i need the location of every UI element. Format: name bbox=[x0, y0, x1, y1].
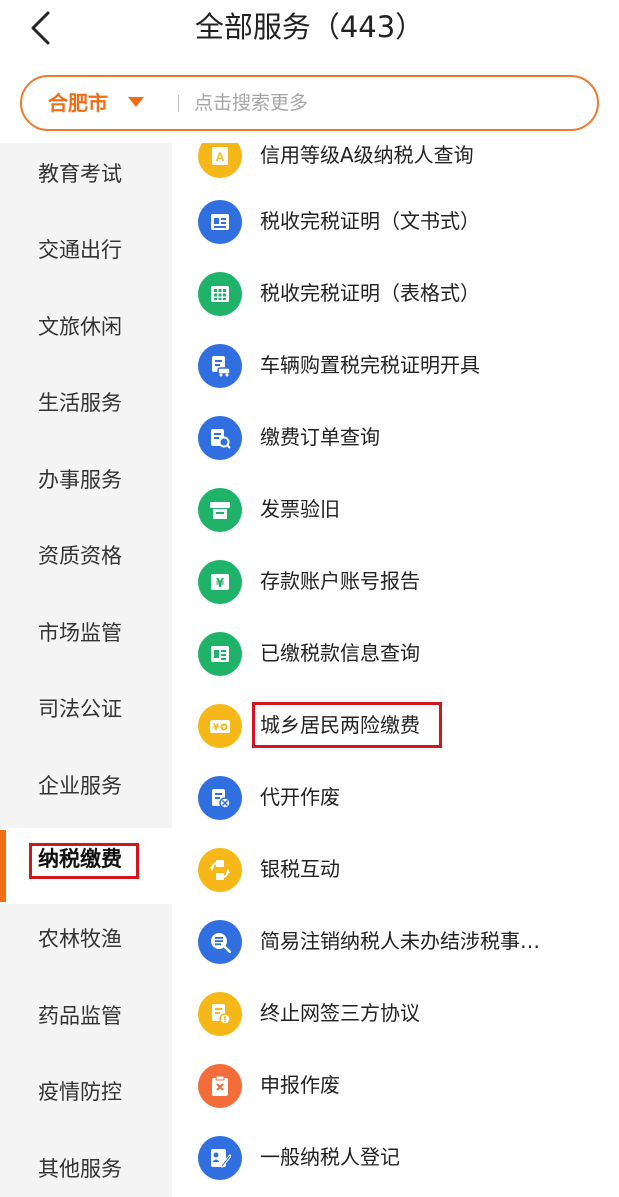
page-title: 全部服务（443） bbox=[194, 10, 425, 44]
magnifier-list-icon bbox=[198, 920, 242, 964]
invoice-icon bbox=[198, 488, 242, 532]
list-item[interactable]: A 信用等级A级纳税人查询 bbox=[172, 143, 619, 192]
svg-text:¥: ¥ bbox=[216, 576, 225, 590]
sidebar-item-label: 文旅休闲 bbox=[38, 315, 122, 339]
list-item-label: 税收完税证明（表格式） bbox=[260, 281, 480, 305]
list-item-label: 银税互动 bbox=[260, 857, 340, 881]
yuan-account-icon: ¥ bbox=[198, 560, 242, 604]
list-item[interactable]: 发票验旧 bbox=[172, 474, 619, 546]
list-item-label: 一般纳税人登记 bbox=[260, 1145, 400, 1169]
credit-rating-icon: A bbox=[198, 143, 242, 178]
vehicle-tax-icon bbox=[198, 344, 242, 388]
list-item-label: 车辆购置税完税证明开具 bbox=[260, 353, 480, 377]
divider bbox=[178, 95, 179, 112]
svg-text:¥: ¥ bbox=[213, 723, 220, 733]
sidebar-item-qualifications[interactable]: 资质资格 bbox=[0, 525, 172, 601]
list-item-label: 存款账户账号报告 bbox=[260, 569, 420, 593]
sidebar-item-life-services[interactable]: 生活服务 bbox=[0, 372, 172, 448]
sidebar-item-epidemic-control[interactable]: 疫情防控 bbox=[0, 1061, 172, 1137]
sidebar-item-tax-payment[interactable]: 纳税缴费 bbox=[0, 828, 172, 904]
order-search-icon bbox=[198, 416, 242, 460]
list-item-label: 代开作废 bbox=[260, 785, 340, 809]
sidebar-item-label: 纳税缴费 bbox=[38, 847, 122, 871]
sidebar-item-enterprise[interactable]: 企业服务 bbox=[0, 755, 172, 831]
sidebar-item-label: 资质资格 bbox=[38, 544, 122, 568]
sidebar-item-label: 疫情防控 bbox=[38, 1080, 122, 1104]
wallet-icon: ¥ bbox=[198, 704, 242, 748]
list-item[interactable]: 税收完税证明（文书式） bbox=[172, 186, 619, 258]
sidebar-item-market-supervision[interactable]: 市场监管 bbox=[0, 602, 172, 678]
list-item[interactable]: 税收完税证明（表格式） bbox=[172, 258, 619, 330]
list-item[interactable]: 银税互动 bbox=[172, 834, 619, 906]
sidebar-item-education[interactable]: 教育考试 bbox=[0, 143, 172, 219]
service-list: A 信用等级A级纳税人查询 税收完税证明（文书式） 税收完税证明（表格式） 车辆… bbox=[172, 143, 619, 1197]
sidebar-item-label: 市场监管 bbox=[38, 621, 122, 645]
sidebar-item-label: 教育考试 bbox=[38, 162, 122, 186]
top-bar: 全部服务（443） bbox=[0, 0, 619, 62]
svg-text:A: A bbox=[216, 150, 225, 164]
sidebar-item-label: 办事服务 bbox=[38, 468, 122, 492]
list-item[interactable]: 缴费订单查询 bbox=[172, 402, 619, 474]
list-item-label: 税收完税证明（文书式） bbox=[260, 209, 480, 233]
sidebar-item-other[interactable]: 其他服务 bbox=[0, 1138, 172, 1197]
city-selector[interactable]: 合肥市 bbox=[48, 77, 108, 129]
list-item-label: 城乡居民两险缴费 bbox=[260, 713, 420, 737]
agreement-stop-icon bbox=[198, 992, 242, 1036]
search-input[interactable] bbox=[194, 89, 574, 117]
list-item-label: 缴费订单查询 bbox=[260, 425, 380, 449]
sidebar-item-label: 生活服务 bbox=[38, 391, 122, 415]
sidebar-item-affairs[interactable]: 办事服务 bbox=[0, 449, 172, 525]
tax-info-icon bbox=[198, 632, 242, 676]
category-sidebar: 教育考试 交通出行 文旅休闲 生活服务 办事服务 资质资格 市场监管 司法公证 … bbox=[0, 143, 172, 1197]
search-bar[interactable]: 合肥市 bbox=[20, 75, 599, 131]
sidebar-item-judicial-notary[interactable]: 司法公证 bbox=[0, 678, 172, 754]
list-item[interactable]: 一般纳税人登记 bbox=[172, 1122, 619, 1194]
list-item[interactable]: 简易注销纳税人未办结涉税事… bbox=[172, 906, 619, 978]
list-item-label: 终止网签三方协议 bbox=[260, 1001, 420, 1025]
active-indicator bbox=[0, 830, 6, 902]
list-item-label: 简易注销纳税人未办结涉税事… bbox=[260, 929, 540, 953]
exchange-icon bbox=[198, 848, 242, 892]
list-item[interactable]: 代开作废 bbox=[172, 762, 619, 834]
list-item[interactable]: 已缴税款信息查询 bbox=[172, 618, 619, 690]
sidebar-item-agriculture[interactable]: 农林牧渔 bbox=[0, 908, 172, 984]
sidebar-item-label: 药品监管 bbox=[38, 1004, 122, 1028]
sidebar-item-label: 农林牧渔 bbox=[38, 927, 122, 951]
table-certificate-icon bbox=[198, 272, 242, 316]
sidebar-item-transport[interactable]: 交通出行 bbox=[0, 219, 172, 295]
sidebar-item-label: 企业服务 bbox=[38, 774, 122, 798]
caret-down-icon[interactable] bbox=[128, 97, 144, 107]
sidebar-item-label: 交通出行 bbox=[38, 238, 122, 262]
list-item[interactable]: 终止网签三方协议 bbox=[172, 978, 619, 1050]
list-item[interactable]: ¥ 存款账户账号报告 bbox=[172, 546, 619, 618]
clipboard-void-icon bbox=[198, 1064, 242, 1108]
list-item-label: 申报作废 bbox=[260, 1073, 340, 1097]
registration-icon bbox=[198, 1136, 242, 1180]
sidebar-item-drug-supervision[interactable]: 药品监管 bbox=[0, 985, 172, 1061]
list-item-label: 发票验旧 bbox=[260, 497, 340, 521]
list-item[interactable]: 申报作废 bbox=[172, 1050, 619, 1122]
document-certificate-icon bbox=[198, 200, 242, 244]
list-item[interactable]: 车辆购置税完税证明开具 bbox=[172, 330, 619, 402]
list-item-label: 已缴税款信息查询 bbox=[260, 641, 420, 665]
sidebar-item-culture-tourism[interactable]: 文旅休闲 bbox=[0, 296, 172, 372]
sidebar-item-label: 司法公证 bbox=[38, 697, 122, 721]
sidebar-item-label: 其他服务 bbox=[38, 1157, 122, 1181]
list-item[interactable]: ¥ 城乡居民两险缴费 bbox=[172, 690, 619, 762]
void-document-icon bbox=[198, 776, 242, 820]
list-item-label: 信用等级A级纳税人查询 bbox=[260, 143, 474, 167]
